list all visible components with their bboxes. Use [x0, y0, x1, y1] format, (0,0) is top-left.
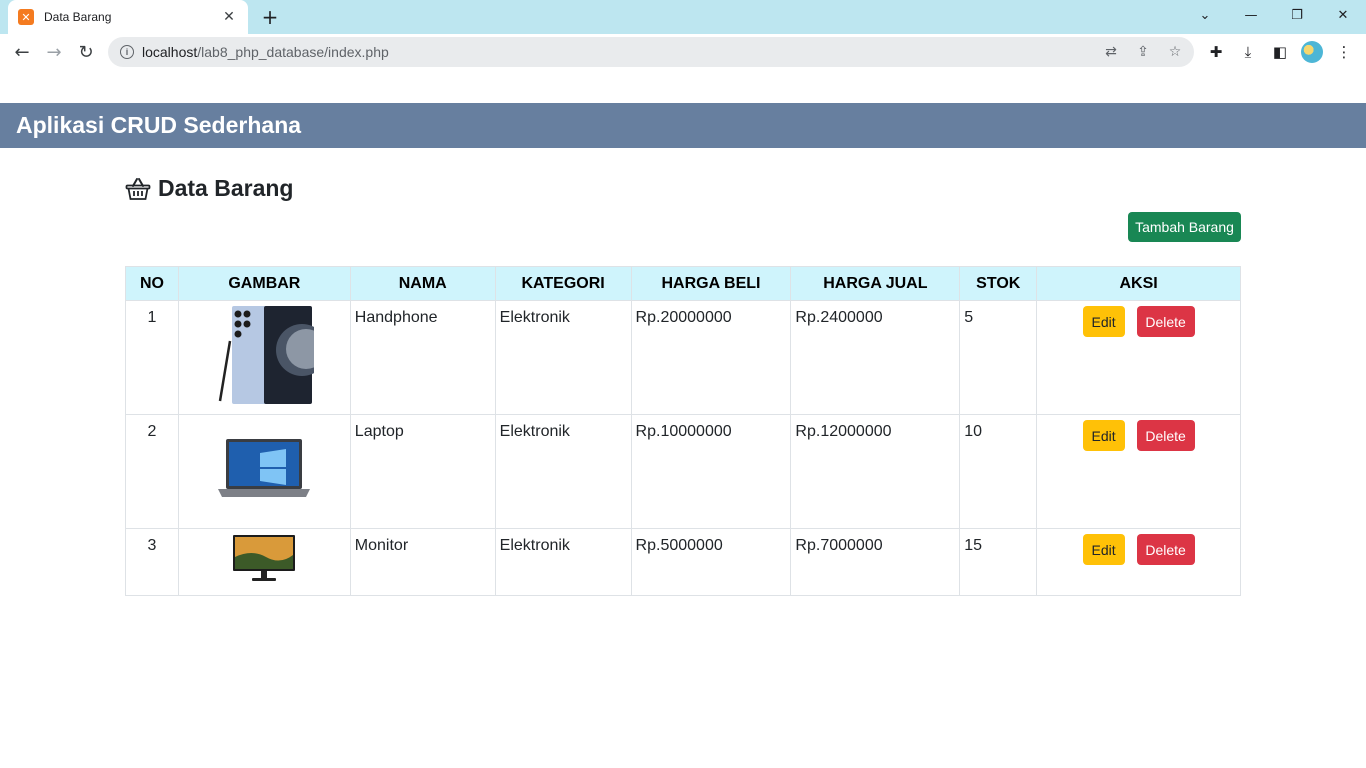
app-header: Aplikasi CRUD Sederhana	[0, 103, 1366, 148]
browser-tab[interactable]: ✕ Data Barang ✕	[8, 0, 248, 34]
cell-kategori: Elektronik	[494, 300, 632, 415]
column-header-aksi: AKSI	[1036, 266, 1241, 301]
cell-harga-jual: Rp.12000000	[790, 414, 961, 529]
share-icon[interactable]: ⇪	[1134, 43, 1152, 61]
cell-nama: Monitor	[349, 528, 496, 596]
tab-title: Data Barang	[44, 10, 112, 24]
cell-no: 1	[125, 300, 179, 415]
cell-kategori: Elektronik	[494, 414, 632, 529]
cell-no: 2	[125, 414, 179, 529]
column-header-kategori: KATEGORI	[494, 266, 632, 301]
close-window-button[interactable]: ✕	[1320, 0, 1366, 30]
cell-nama: Laptop	[349, 414, 496, 529]
profile-avatar[interactable]	[1301, 41, 1323, 63]
tab-search-icon[interactable]: ⌄	[1182, 0, 1228, 30]
cell-harga-beli: Rp.5000000	[630, 528, 792, 596]
column-header-harga-beli: HARGA BELI	[630, 266, 792, 301]
cell-kategori: Elektronik	[494, 528, 632, 596]
cell-gambar	[177, 528, 351, 596]
side-panel-icon[interactable]: ◧	[1270, 42, 1290, 62]
phone-image	[219, 306, 315, 404]
items-table: NO GAMBAR NAMA KATEGORI HARGA BELI HARGA…	[125, 266, 1241, 596]
cell-harga-jual: Rp.7000000	[790, 528, 961, 596]
minimize-button[interactable]: —	[1228, 0, 1274, 30]
site-info-icon[interactable]: i	[120, 45, 134, 59]
cell-aksi: Edit Delete	[1036, 300, 1241, 415]
table-row: 1 Handphone Elektronik Rp.20000000 Rp.24…	[125, 300, 1241, 415]
column-header-harga-jual: HARGA JUAL	[790, 266, 961, 301]
cell-stok: 5	[959, 300, 1038, 415]
cell-no: 3	[125, 528, 179, 596]
app-title: Aplikasi CRUD Sederhana	[16, 112, 302, 138]
table-row: 3 Monitor Elektronik Rp.5000000 Rp.70000…	[125, 528, 1241, 596]
cell-harga-jual: Rp.2400000	[790, 300, 961, 415]
browser-toolbar: ← → ↻ i localhost/lab8_php_database/inde…	[0, 34, 1366, 70]
column-header-nama: NAMA	[349, 266, 496, 301]
cell-gambar	[177, 414, 351, 529]
url-text: localhost/lab8_php_database/index.php	[142, 44, 389, 60]
browser-tabstrip: ✕ Data Barang ✕ + ⌄ — ❐ ✕	[0, 0, 1366, 34]
cell-harga-beli: Rp.20000000	[630, 300, 792, 415]
address-bar[interactable]: i localhost/lab8_php_database/index.php …	[108, 37, 1194, 67]
cell-stok: 10	[959, 414, 1038, 529]
delete-button[interactable]: Delete	[1136, 534, 1195, 565]
xampp-icon: ✕	[18, 9, 34, 25]
edit-button[interactable]: Edit	[1082, 420, 1125, 451]
reload-icon[interactable]: ↻	[72, 36, 100, 68]
table-row: 2 Laptop Elektronik Rp.10000000 Rp.12000…	[125, 414, 1241, 529]
delete-button[interactable]: Delete	[1136, 306, 1195, 337]
monitor-image	[233, 535, 296, 581]
page-title: Data Barang	[158, 175, 294, 201]
restore-button[interactable]: ❐	[1274, 0, 1320, 30]
basket-icon	[125, 177, 151, 200]
close-tab-icon[interactable]: ✕	[220, 8, 238, 26]
delete-button[interactable]: Delete	[1136, 420, 1195, 451]
forward-icon[interactable]: →	[40, 36, 68, 68]
cell-aksi: Edit Delete	[1036, 528, 1241, 596]
column-header-gambar: GAMBAR	[177, 266, 351, 301]
translate-icon[interactable]: ⇄	[1102, 43, 1120, 61]
back-icon[interactable]: ←	[8, 36, 36, 68]
url-path: /lab8_php_database/index.php	[197, 44, 389, 60]
cell-nama: Handphone	[349, 300, 496, 415]
edit-button[interactable]: Edit	[1082, 306, 1125, 337]
table-header-row: NO GAMBAR NAMA KATEGORI HARGA BELI HARGA…	[125, 266, 1241, 301]
cell-stok: 15	[959, 528, 1038, 596]
page-heading: Data Barang	[125, 175, 293, 202]
edit-button[interactable]: Edit	[1082, 534, 1125, 565]
extensions-icon[interactable]: ✚	[1206, 42, 1226, 62]
column-header-no: NO	[125, 266, 179, 301]
cell-gambar	[177, 300, 351, 415]
menu-dots-icon[interactable]: ⋮	[1334, 42, 1354, 62]
cell-aksi: Edit Delete	[1036, 414, 1241, 529]
cell-harga-beli: Rp.10000000	[630, 414, 792, 529]
laptop-image	[218, 439, 311, 497]
bookmark-star-icon[interactable]: ☆	[1166, 43, 1184, 61]
url-host: localhost	[142, 44, 198, 60]
new-tab-button[interactable]: +	[258, 5, 282, 29]
column-header-stok: STOK	[959, 266, 1038, 301]
add-item-button[interactable]: Tambah Barang	[1128, 212, 1241, 242]
download-icon[interactable]: ⤓	[1238, 42, 1258, 62]
